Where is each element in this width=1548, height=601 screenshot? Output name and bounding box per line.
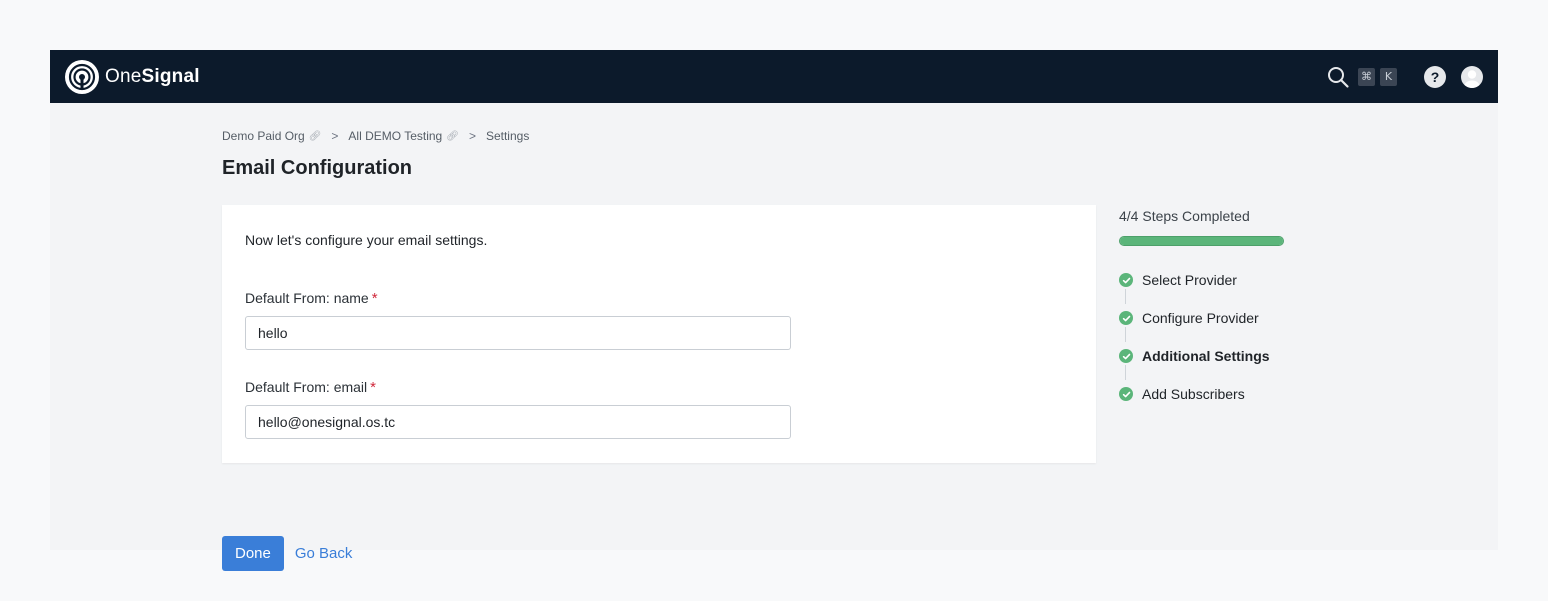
email-settings-card: Now let's configure your email settings.… [222,205,1096,463]
card-intro-text: Now let's configure your email settings. [245,232,488,248]
user-avatar-icon [1464,69,1480,88]
logo-wordmark-light: One [105,65,142,87]
shortcut-key-k: K [1380,67,1397,86]
breadcrumb: Demo Paid Org 🔗︎ > All DEMO Testing 🔗︎ >… [222,129,529,143]
breadcrumb-org[interactable]: Demo Paid Org [222,129,305,143]
steps-progress-fill [1120,237,1283,245]
from-name-label-text: Default From: name [245,290,369,306]
step-item[interactable]: Add Subscribers [1119,384,1289,404]
avatar[interactable] [1461,65,1483,88]
step-connector [1125,365,1126,380]
link-icon[interactable]: 🔗︎ [309,131,322,142]
shortcut-key-cmd: ⌘ [1358,67,1375,86]
step-label: Select Provider [1142,272,1237,288]
steps-progress-text: 4/4 Steps Completed [1119,208,1250,224]
step-connector [1125,289,1126,304]
app-window: OneSignal ⌘ K ? Demo Paid Org 🔗︎ > All D… [50,50,1498,571]
required-asterisk: * [371,290,378,307]
link-icon[interactable]: 🔗︎ [446,131,459,142]
form-actions: Done Go Back [222,536,352,571]
check-circle-icon [1119,349,1133,363]
breadcrumb-app[interactable]: All DEMO Testing [348,129,442,143]
step-list: Select Provider Configure Provider Additio… [1119,270,1289,404]
breadcrumb-separator: > [331,129,339,143]
step-label: Additional Settings [1142,348,1270,364]
check-circle-icon [1119,273,1133,287]
step-label: Configure Provider [1142,310,1259,326]
from-email-label: Default From: email * [245,379,376,396]
step-item[interactable]: Configure Provider [1119,308,1289,342]
onesignal-logo[interactable]: OneSignal [65,59,200,94]
step-item[interactable]: Select Provider [1119,270,1289,304]
check-circle-icon [1119,311,1133,325]
search-icon[interactable] [1326,65,1350,89]
breadcrumb-settings[interactable]: Settings [486,129,529,143]
check-circle-icon [1119,387,1133,401]
from-name-input[interactable] [245,316,791,350]
steps-progress-bar [1119,236,1284,246]
step-item[interactable]: Additional Settings [1119,346,1289,380]
done-button[interactable]: Done [222,536,284,571]
topbar-actions: ⌘ K ? [1326,65,1483,89]
page-title: Email Configuration [222,157,412,179]
from-email-input[interactable] [245,405,791,439]
from-email-label-text: Default From: email [245,379,368,395]
breadcrumb-separator: > [468,129,476,143]
main-content: Demo Paid Org 🔗︎ > All DEMO Testing 🔗︎ >… [222,103,1498,571]
from-name-label: Default From: name * [245,290,378,307]
go-back-link[interactable]: Go Back [295,545,353,562]
logo-wordmark-bold: Signal [141,65,200,87]
top-navbar: OneSignal ⌘ K ? [50,50,1498,103]
step-label: Add Subscribers [1142,386,1245,402]
required-asterisk: * [370,379,376,396]
logo-wordmark: OneSignal [105,66,200,88]
onesignal-logo-icon [65,59,99,94]
help-icon[interactable]: ? [1424,65,1446,88]
steps-panel: 4/4 Steps Completed Select Provider Confi… [1119,208,1289,422]
step-connector [1125,327,1126,342]
